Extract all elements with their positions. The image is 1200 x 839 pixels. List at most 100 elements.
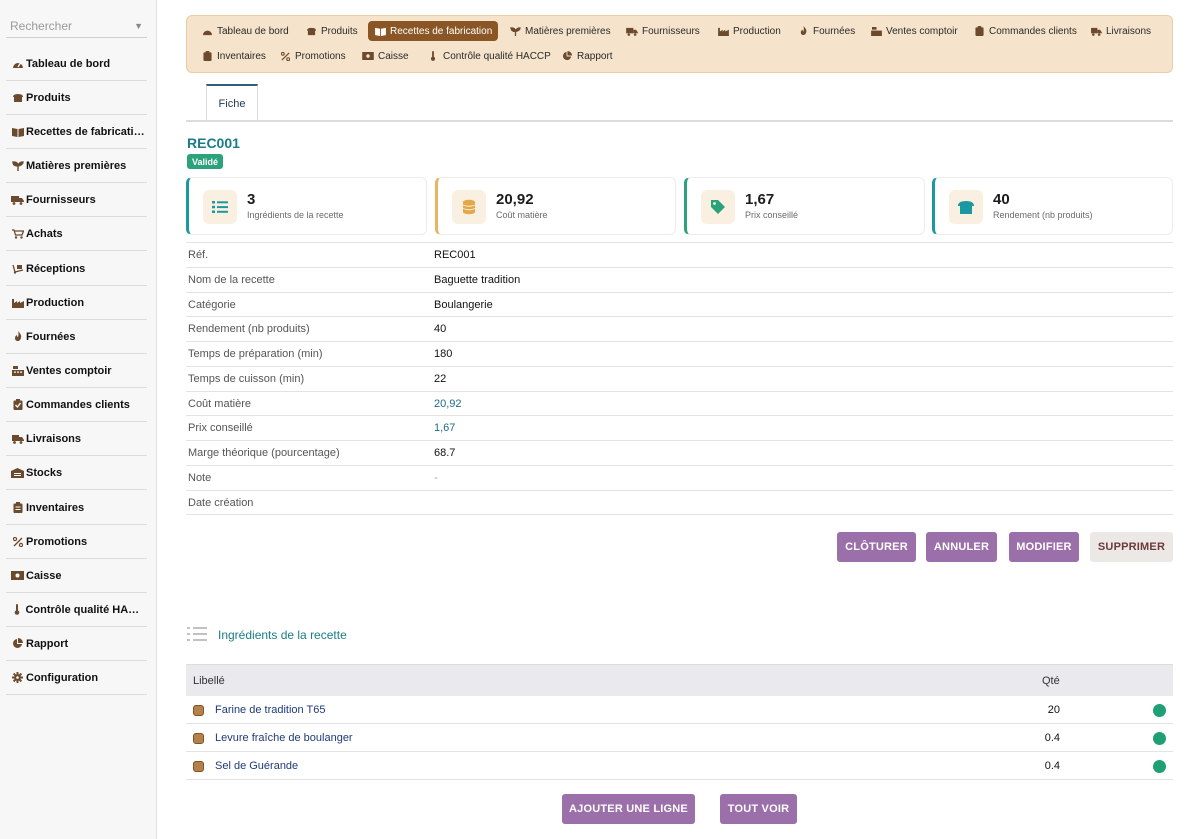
money-icon bbox=[10, 570, 25, 582]
top-navigation: Tableau de bord Produits Recettes de fab… bbox=[186, 15, 1173, 73]
nav-tab-recipes[interactable]: Recettes de fabrication bbox=[368, 21, 499, 41]
bread-icon bbox=[10, 92, 25, 104]
sidebar-item-report[interactable]: Rapport bbox=[6, 627, 147, 661]
bread-icon bbox=[305, 26, 317, 36]
edit-button[interactable]: MODIFIER bbox=[1009, 532, 1079, 562]
sidebar-item-configuration[interactable]: Configuration bbox=[6, 661, 147, 695]
nav-tab-products[interactable]: Produits bbox=[299, 21, 364, 41]
industry-icon bbox=[717, 26, 729, 36]
detail-row-yield: Rendement (nb produits) 40 bbox=[186, 316, 1173, 341]
detail-value: 68.7 bbox=[434, 447, 456, 459]
sidebar-item-production[interactable]: Production bbox=[6, 286, 147, 320]
column-header-qty[interactable]: Qté bbox=[1042, 675, 1060, 687]
kpi-card-suggested-price: 1,67 Prix conseillé bbox=[684, 177, 925, 235]
view-all-button[interactable]: TOUT VOIR bbox=[720, 794, 797, 824]
chart-pie-icon bbox=[10, 638, 25, 650]
nav-tab-promotions[interactable]: Promotions bbox=[273, 46, 352, 66]
sidebar-item-customer-orders[interactable]: Commandes clients bbox=[6, 388, 147, 422]
nav-tab-production[interactable]: Production bbox=[711, 21, 787, 41]
nav-tab-suppliers[interactable]: Fournisseurs bbox=[620, 21, 706, 41]
detail-value: 40 bbox=[434, 323, 447, 335]
status-dot-icon bbox=[1153, 760, 1166, 773]
kpi-value: 3 bbox=[247, 191, 256, 208]
sidebar-item-counter-sales[interactable]: Ventes comptoir bbox=[6, 354, 147, 388]
detail-key: Note bbox=[188, 472, 212, 484]
ingredients-table-header: Libellé Qté bbox=[186, 664, 1173, 696]
kpi-card-yield: 40 Rendement (nb produits) bbox=[932, 177, 1173, 235]
delete-button[interactable]: SUPPRIMER bbox=[1090, 532, 1173, 562]
nav-tab-report[interactable]: Rapport bbox=[555, 46, 619, 66]
nav-tab-counter-sales[interactable]: Ventes comptoir bbox=[864, 21, 964, 41]
detail-row-material-cost: Coût matière 20,92 bbox=[186, 391, 1173, 416]
detail-key: Marge théorique (pourcentage) bbox=[188, 447, 340, 459]
column-header-label[interactable]: Libellé bbox=[193, 675, 225, 687]
tag-icon bbox=[701, 190, 735, 224]
nav-tab-cash[interactable]: Caisse bbox=[356, 46, 415, 66]
ingredient-name-link[interactable]: Farine de tradition T65 bbox=[215, 704, 325, 716]
sidebar-item-batches[interactable]: Fournées bbox=[6, 320, 147, 354]
kpi-label: Prix conseillé bbox=[745, 210, 799, 220]
table-row[interactable]: Farine de tradition T65 20 bbox=[186, 696, 1173, 724]
gear-icon bbox=[10, 672, 25, 684]
clipboard-check-icon bbox=[10, 399, 25, 411]
nav-tab-raw-materials[interactable]: Matières premières bbox=[503, 21, 617, 41]
book-icon bbox=[10, 126, 25, 138]
sidebar-item-dashboard[interactable]: Tableau de bord bbox=[6, 47, 147, 81]
detail-row-name: Nom de la recette Baguette tradition bbox=[186, 267, 1173, 292]
kpi-card-ingredients: 3 Ingrédients de la recette bbox=[186, 177, 427, 235]
sidebar-item-products[interactable]: Produits bbox=[6, 81, 147, 115]
detail-row-category: Catégorie Boulangerie bbox=[186, 292, 1173, 317]
sidebar-item-purchases[interactable]: Achats bbox=[6, 217, 147, 251]
shipping-fast-icon bbox=[10, 433, 25, 445]
table-row[interactable]: Sel de Guérande 0.4 bbox=[186, 752, 1173, 780]
detail-key: Temps de préparation (min) bbox=[188, 348, 323, 360]
nav-tab-batches[interactable]: Fournées bbox=[791, 21, 861, 41]
tab-fiche[interactable]: Fiche bbox=[206, 84, 258, 121]
kpi-label: Coût matière bbox=[496, 210, 548, 220]
ingredient-qty: 0.4 bbox=[1044, 732, 1060, 744]
ingredient-name-link[interactable]: Levure fraîche de boulanger bbox=[215, 732, 353, 744]
nav-tab-customer-orders[interactable]: Commandes clients bbox=[967, 21, 1083, 41]
ingredients-section-title: Ingrédients de la recette bbox=[218, 628, 347, 642]
shipping-fast-icon bbox=[1090, 26, 1102, 36]
sidebar-item-cash[interactable]: Caisse bbox=[6, 559, 147, 593]
dolly-icon bbox=[10, 263, 25, 275]
nav-tab-haccp[interactable]: Contrôle qualité HACCP bbox=[421, 46, 557, 66]
sidebar-item-stocks[interactable]: Stocks bbox=[6, 456, 147, 490]
table-row[interactable]: Levure fraîche de boulanger 0.4 bbox=[186, 724, 1173, 752]
truck-icon bbox=[626, 26, 638, 36]
sidebar-item-recipes[interactable]: Recettes de fabrication bbox=[6, 115, 147, 149]
clipboard-list-icon bbox=[10, 502, 25, 514]
nav-tab-inventories[interactable]: Inventaires bbox=[195, 46, 272, 66]
cancel-button[interactable]: ANNULER bbox=[926, 532, 997, 562]
search-select[interactable]: Rechercher ▼ bbox=[6, 14, 147, 38]
sidebar-item-deliveries[interactable]: Livraisons bbox=[6, 422, 147, 456]
cash-register-icon bbox=[870, 26, 882, 36]
nav-tab-deliveries[interactable]: Livraisons bbox=[1084, 21, 1157, 41]
percent-icon bbox=[279, 51, 291, 61]
sidebar-item-haccp[interactable]: Contrôle qualité HACCP bbox=[6, 593, 147, 627]
status-badge: Validé bbox=[187, 154, 224, 169]
ingredient-name-link[interactable]: Sel de Guérande bbox=[215, 760, 298, 772]
detail-key: Prix conseillé bbox=[188, 422, 253, 434]
sidebar-item-promotions[interactable]: Promotions bbox=[6, 525, 147, 559]
detail-value: REC001 bbox=[434, 249, 476, 261]
sidebar-item-inventories[interactable]: Inventaires bbox=[6, 491, 147, 525]
add-line-button[interactable]: AJOUTER UNE LIGNE bbox=[562, 794, 695, 824]
detail-row-created-date: Date création bbox=[186, 490, 1173, 515]
kpi-value: 1,67 bbox=[745, 191, 775, 208]
sidebar-item-suppliers[interactable]: Fournisseurs bbox=[6, 183, 147, 217]
dashboard-icon bbox=[201, 26, 213, 36]
bread-icon bbox=[949, 190, 983, 224]
sidebar-item-raw-materials[interactable]: Matières premières bbox=[6, 149, 147, 183]
thermometer-icon bbox=[427, 51, 439, 61]
chart-pie-icon bbox=[561, 51, 573, 61]
detail-key: Coût matière bbox=[188, 398, 251, 410]
coins-icon bbox=[452, 190, 486, 224]
ingredient-qty: 0.4 bbox=[1044, 760, 1060, 772]
nav-tab-dashboard[interactable]: Tableau de bord bbox=[195, 21, 295, 41]
close-record-button[interactable]: CLÔTURER bbox=[837, 532, 916, 562]
sidebar-item-receptions[interactable]: Réceptions bbox=[6, 252, 147, 286]
detail-key: Réf. bbox=[188, 249, 209, 261]
detail-key: Temps de cuisson (min) bbox=[188, 373, 305, 385]
